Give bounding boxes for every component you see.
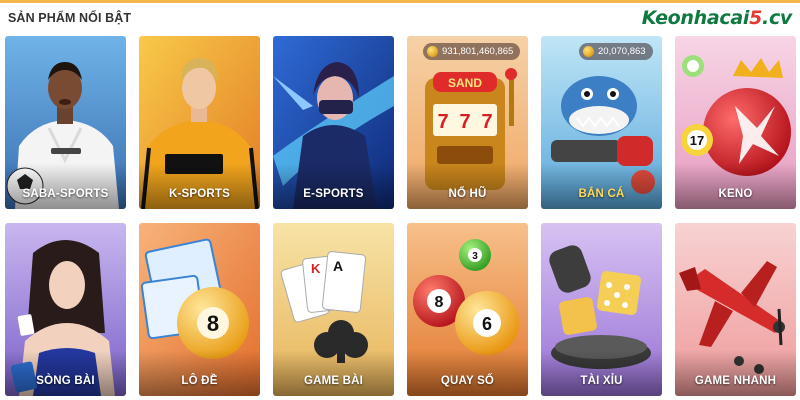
card-saba-sports[interactable]: SABA-SPORTS xyxy=(5,36,126,209)
card-e-sports[interactable]: E-SPORTS xyxy=(273,36,394,209)
card-label: QUAY SỐ xyxy=(440,375,495,387)
card-no-hu[interactable]: SAND 7 7 7 931,801,460,865 NỔ HŨ xyxy=(407,36,528,209)
card-label: E-SPORTS xyxy=(303,188,364,200)
svg-text:6: 6 xyxy=(482,314,492,334)
section-header: SẢN PHẨM NỔI BẬT Keonhacai5.cv xyxy=(0,3,800,33)
brand-logo[interactable]: Keonhacai5.cv xyxy=(641,7,793,29)
svg-text:K: K xyxy=(311,261,321,276)
svg-text:3: 3 xyxy=(472,251,478,262)
card-ban-ca[interactable]: 20,070,863 BẮN CÁ xyxy=(541,36,662,209)
card-label-shade xyxy=(541,163,662,209)
card-quay-so[interactable]: 8 6 3 QUAY SỐ xyxy=(407,223,528,396)
card-label: BẮN CÁ xyxy=(578,188,625,200)
card-label-shade xyxy=(675,350,796,396)
card-keno[interactable]: 17 KENO xyxy=(675,36,796,209)
card-label: TÀI XỈU xyxy=(580,375,623,387)
card-label-shade xyxy=(273,163,394,209)
section-title: SẢN PHẨM NỔI BẬT xyxy=(8,11,132,25)
card-label-shade xyxy=(5,163,126,209)
brand-number: 5 xyxy=(749,7,763,29)
svg-text:8: 8 xyxy=(207,311,219,336)
coin-icon xyxy=(427,46,438,57)
card-label: GAME BÀI xyxy=(303,375,364,387)
card-label: NỔ HŨ xyxy=(448,188,487,200)
card-label-shade xyxy=(5,350,126,396)
featured-products-page: SẢN PHẨM NỔI BẬT Keonhacai5.cv SABA-SPOR… xyxy=(0,0,800,400)
card-lo-de[interactable]: 8 LÔ ĐỀ xyxy=(139,223,260,396)
card-label-shade xyxy=(139,350,260,396)
card-game-bai[interactable]: A K GAME BÀI xyxy=(273,223,394,396)
card-label: SÒNG BÀI xyxy=(36,375,95,387)
card-k-sports[interactable]: K-SPORTS xyxy=(139,36,260,209)
card-label: KENO xyxy=(718,188,753,200)
card-label: LÔ ĐỀ xyxy=(181,375,218,387)
svg-text:17: 17 xyxy=(690,133,704,148)
card-label: SABA-SPORTS xyxy=(22,188,109,200)
brand-tld: .cv xyxy=(762,7,792,29)
svg-text:8: 8 xyxy=(435,294,444,311)
jackpot-balance: 931,801,460,865 xyxy=(423,43,521,60)
coin-icon xyxy=(583,46,594,57)
card-song-bai[interactable]: SÒNG BÀI xyxy=(5,223,126,396)
svg-text:A: A xyxy=(333,258,343,274)
card-label-shade xyxy=(675,163,796,209)
jackpot-amount: 931,801,460,865 xyxy=(442,46,514,57)
card-label: GAME NHANH xyxy=(694,375,777,387)
card-label-shade xyxy=(407,163,528,209)
card-game-nhanh[interactable]: GAME NHANH xyxy=(675,223,796,396)
card-label: K-SPORTS xyxy=(168,188,231,200)
card-label-shade xyxy=(273,350,394,396)
jackpot-balance: 20,070,863 xyxy=(579,43,653,60)
brand-name: Keonhacai xyxy=(641,7,750,29)
svg-text:7: 7 xyxy=(437,111,448,133)
card-label-shade xyxy=(407,350,528,396)
card-label-shade xyxy=(139,163,260,209)
product-grid: SABA-SPORTS K-SPORTS E-SPORTS SAND 7 7 7… xyxy=(5,36,797,396)
svg-text:7: 7 xyxy=(481,111,492,133)
jackpot-amount: 20,070,863 xyxy=(598,46,646,57)
svg-text:SAND: SAND xyxy=(448,76,482,90)
card-tai-xiu[interactable]: TÀI XỈU xyxy=(541,223,662,396)
svg-text:7: 7 xyxy=(459,111,470,133)
card-label-shade xyxy=(541,350,662,396)
